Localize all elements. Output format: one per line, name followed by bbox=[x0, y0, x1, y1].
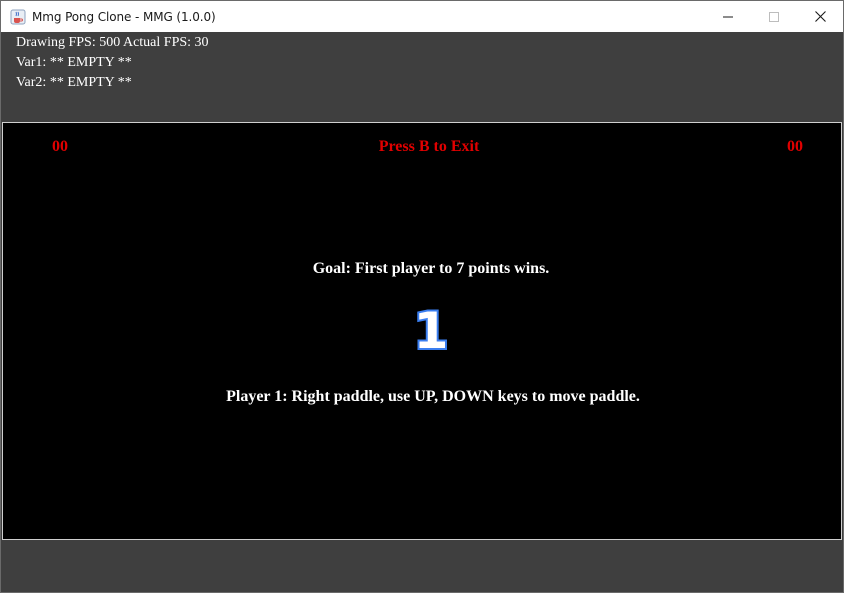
java-cup-icon bbox=[10, 9, 26, 25]
player-instructions: Player 1: Right paddle, use UP, DOWN key… bbox=[226, 388, 640, 405]
var1-readout: Var1: ** EMPTY ** bbox=[16, 55, 132, 70]
app-window: Mmg Pong Clone - MMG (1.0.0) Drawing FPS… bbox=[0, 0, 844, 593]
game-canvas[interactable]: 00 Press B to Exit 00 Goal: First player… bbox=[2, 122, 842, 540]
debug-panel: Drawing FPS: 500 Actual FPS: 30 Var1: **… bbox=[1, 32, 843, 122]
window-title: Mmg Pong Clone - MMG (1.0.0) bbox=[32, 9, 216, 24]
var2-readout: Var2: ** EMPTY ** bbox=[16, 75, 132, 90]
close-icon bbox=[814, 11, 826, 22]
fps-readout: Drawing FPS: 500 Actual FPS: 30 bbox=[16, 35, 209, 50]
window-controls bbox=[705, 1, 843, 32]
maximize-icon bbox=[769, 11, 779, 22]
maximize-button[interactable] bbox=[751, 1, 797, 32]
minimize-icon bbox=[723, 12, 733, 22]
countdown-number: 1 bbox=[412, 300, 451, 362]
title-bar[interactable]: Mmg Pong Clone - MMG (1.0.0) bbox=[1, 1, 843, 32]
exit-hint: Press B to Exit bbox=[378, 138, 480, 155]
close-button[interactable] bbox=[797, 1, 843, 32]
goal-text: Goal: First player to 7 points wins. bbox=[312, 260, 550, 277]
bottom-panel bbox=[1, 540, 843, 592]
score-right: 00 bbox=[787, 138, 803, 155]
minimize-button[interactable] bbox=[705, 1, 751, 32]
